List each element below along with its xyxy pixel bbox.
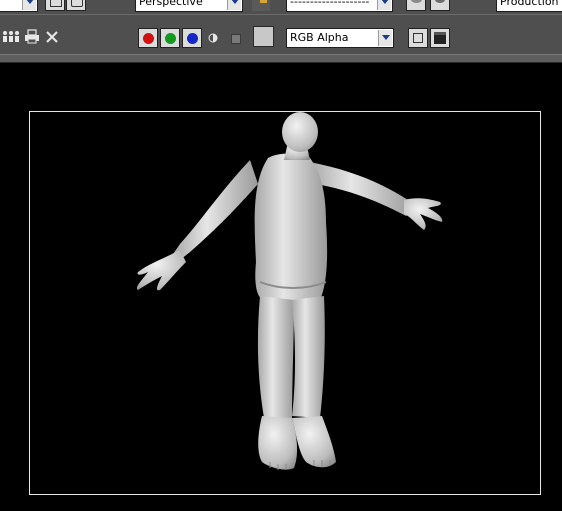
overlay-icon xyxy=(413,33,423,43)
color-swatch[interactable] xyxy=(253,26,274,47)
chevron-down-icon xyxy=(22,0,36,10)
render-preset-value: -------------------- xyxy=(290,0,370,8)
clear-channel-icon[interactable] xyxy=(231,34,241,44)
viewport-dropdown[interactable]: Perspective xyxy=(135,0,243,12)
chevron-down-icon xyxy=(227,0,241,10)
print-icon[interactable] xyxy=(24,29,40,47)
teapot-icon xyxy=(411,0,422,3)
red-channel-toggle[interactable] xyxy=(138,28,158,48)
render-frame-region xyxy=(29,111,541,495)
render-type-dropdown[interactable]: Production xyxy=(496,0,562,12)
chevron-down-icon xyxy=(378,30,392,46)
auto-region-button[interactable] xyxy=(66,0,86,11)
render-toolbar-top: Perspective -------------------- Product… xyxy=(0,0,562,14)
channel-display-value: RGB Alpha xyxy=(290,31,349,44)
region-select-icon xyxy=(71,0,83,7)
render-setup-button[interactable] xyxy=(406,0,426,11)
render-icon xyxy=(435,0,445,3)
edit-region-button[interactable] xyxy=(45,0,65,11)
clone-frame-window-icon[interactable] xyxy=(2,30,20,47)
region-icon xyxy=(50,0,62,7)
lock-viewport-button[interactable] xyxy=(252,0,270,11)
rendered-human-figure xyxy=(136,112,443,470)
render-toolbar-main: RGB Alpha xyxy=(0,14,562,55)
toolbar-separator xyxy=(0,54,562,63)
channel-display-dropdown[interactable]: RGB Alpha xyxy=(286,28,394,48)
toggle-ui-button[interactable] xyxy=(430,28,450,48)
green-channel-toggle[interactable] xyxy=(160,28,180,48)
lock-icon xyxy=(259,0,268,4)
toggle-ui-overlays-button[interactable] xyxy=(408,28,428,48)
area-to-render-dropdown[interactable] xyxy=(0,0,38,12)
clear-icon[interactable] xyxy=(45,30,59,47)
window-icon xyxy=(434,32,446,44)
viewport-value: Perspective xyxy=(139,0,203,8)
blue-channel-toggle[interactable] xyxy=(182,28,202,48)
render-preset-dropdown[interactable]: -------------------- xyxy=(286,0,393,12)
blue-channel-icon xyxy=(187,33,198,44)
green-channel-icon xyxy=(165,33,176,44)
render-type-value: Production xyxy=(500,0,559,8)
mono-channel-icon[interactable] xyxy=(208,33,218,46)
render-button[interactable] xyxy=(430,0,450,11)
chevron-down-icon xyxy=(377,0,391,10)
red-channel-icon xyxy=(143,33,154,44)
